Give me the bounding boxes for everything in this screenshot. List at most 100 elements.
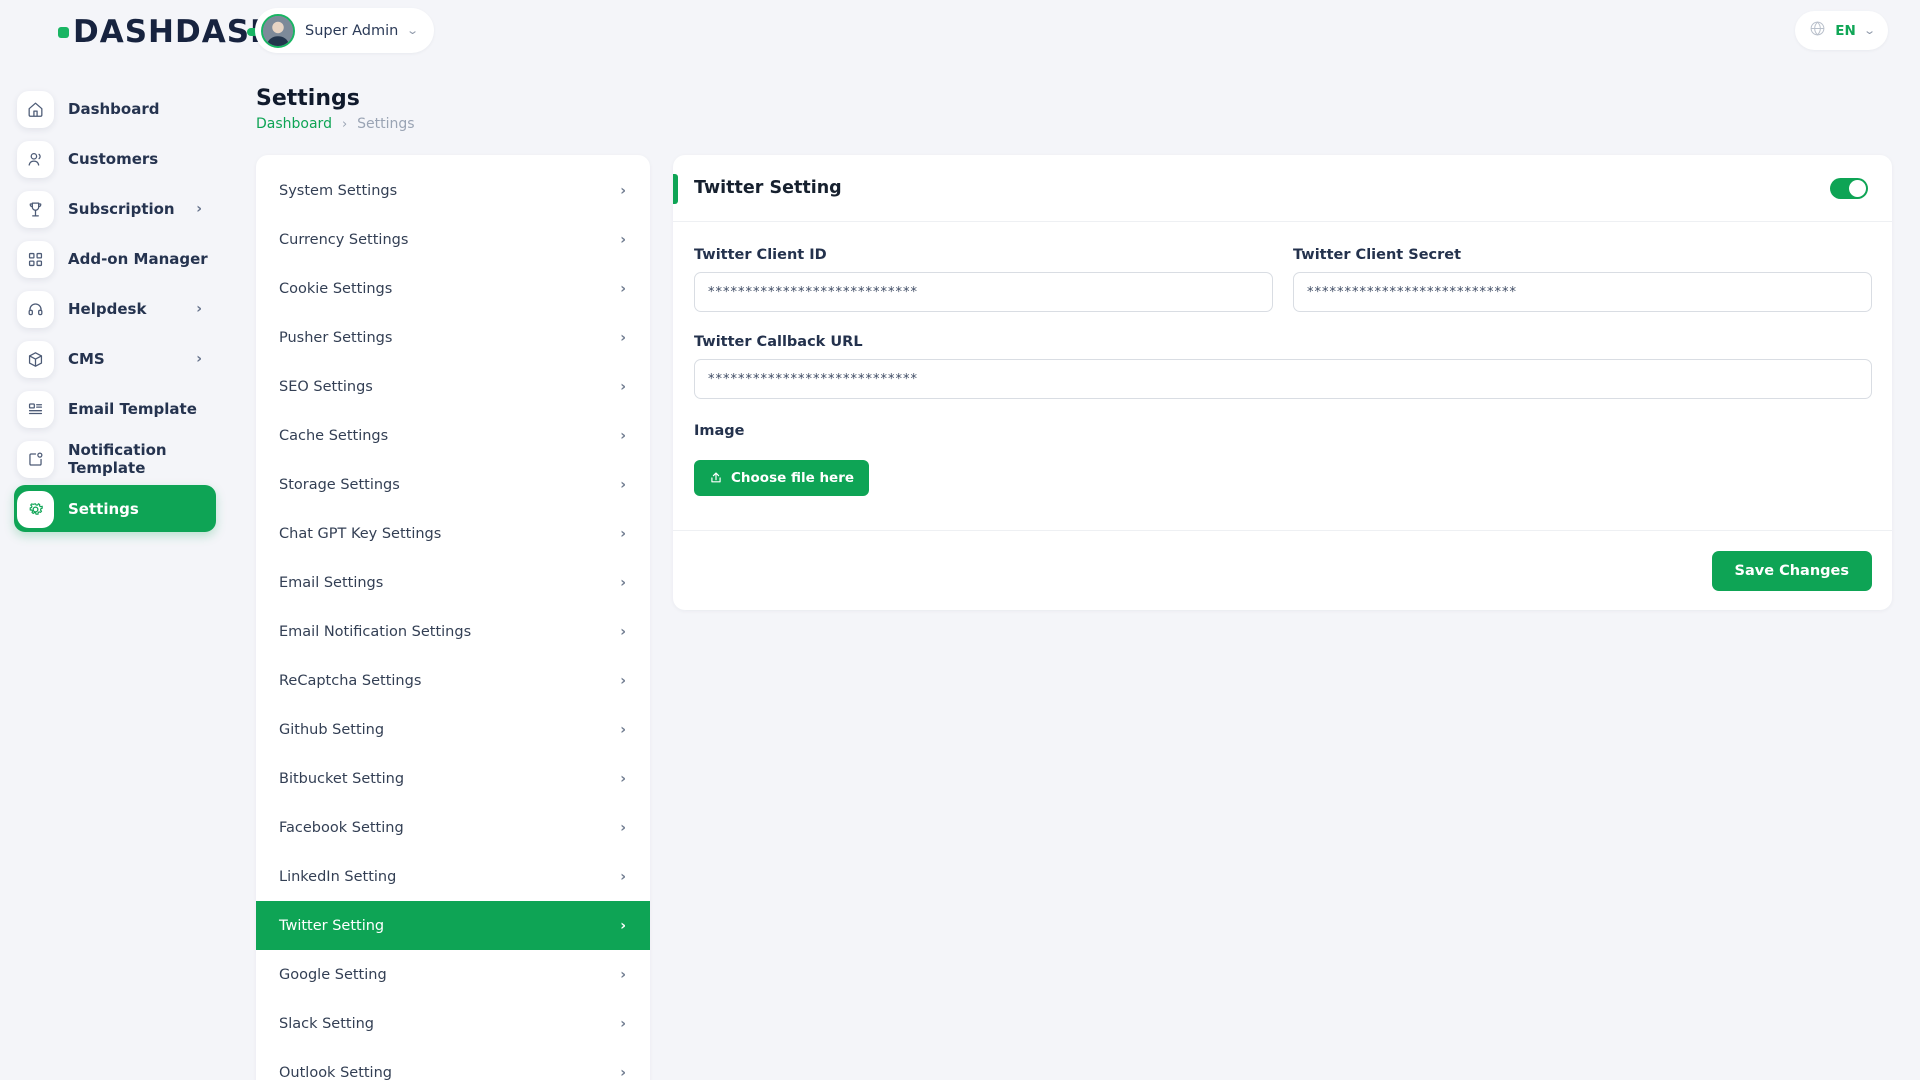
client-secret-label: Twitter Client Secret [1293,247,1462,263]
language-selector[interactable]: EN ⌄ [1795,11,1888,50]
chevron-right-icon: › [341,116,348,132]
sidebar-item-dashboard[interactable]: Dashboard [0,84,232,134]
package-icon [17,340,54,378]
upload-icon [711,472,721,483]
client-id-input[interactable] [694,272,1273,312]
panel-body: Twitter Client ID Twitter Client Secret … [673,222,1892,496]
settings-nav-system[interactable]: System Settings › [256,166,650,215]
toggle-knob [1849,180,1866,197]
chevron-right-icon: › [620,868,626,885]
chevron-right-icon: › [620,1015,626,1032]
sidebar-item-label: Email Template [68,400,197,418]
sidebar-item-label: Notification Template [68,441,167,477]
chevron-right-icon: › [620,378,626,395]
client-id-label: Twitter Client ID [694,247,827,263]
settings-nav-recaptcha[interactable]: ReCaptcha Settings › [256,656,650,705]
sidebar-item-label: Dashboard [68,100,160,118]
chevron-right-icon: › [620,231,626,248]
sidebar-item-cms[interactable]: CMS › [0,334,232,384]
settings-nav-facebook[interactable]: Facebook Setting › [256,803,650,852]
settings-nav-email[interactable]: Email Settings › [256,558,650,607]
headset-icon [17,290,54,328]
chevron-right-icon: › [620,672,626,689]
panel-header: Twitter Setting [673,155,1892,222]
chevron-right-icon: › [620,280,626,297]
image-label: Image [694,423,745,439]
brand-logo[interactable]: DASH DASH [58,13,299,51]
settings-nav-cookie[interactable]: Cookie Settings › [256,264,650,313]
panel-footer: Save Changes [673,530,1892,610]
chevron-right-icon: › [196,351,202,367]
breadcrumb: Dashboard › Settings [256,116,415,132]
chevron-right-icon: › [620,721,626,738]
profile-name: Super Admin [305,22,399,39]
sidebar-item-email-template[interactable]: Email Template [0,384,232,434]
avatar [261,13,295,48]
settings-nav-panel: System Settings › Currency Settings › Cook… [256,155,650,1080]
settings-nav-twitter[interactable]: Twitter Setting › [256,901,650,950]
settings-nav-email-notification[interactable]: Email Notification Settings › [256,607,650,656]
chevron-right-icon: › [620,476,626,493]
sidebar-item-settings[interactable]: Settings [0,484,232,534]
profile-menu[interactable]: Super Admin ⌄ [255,8,434,53]
grid-icon [17,240,54,278]
sidebar-item-notification-template[interactable]: Notification Template [0,434,232,484]
sidebar-item-label: Customers [68,150,159,168]
callback-url-input[interactable] [694,359,1872,399]
settings-nav-cache[interactable]: Cache Settings › [256,411,650,460]
choose-file-label: Choose file here [731,470,855,486]
settings-nav-github[interactable]: Github Setting › [256,705,650,754]
chevron-right-icon: › [620,574,626,591]
breadcrumb-dashboard-link[interactable]: Dashboard [256,116,332,132]
settings-nav-chatgpt[interactable]: Chat GPT Key Settings › [256,509,650,558]
chevron-right-icon: › [196,301,202,317]
sidebar-item-label: Helpdesk [68,300,147,318]
users-icon [17,140,54,178]
settings-nav-bitbucket[interactable]: Bitbucket Setting › [256,754,650,803]
chevron-right-icon: › [620,1064,626,1080]
notification-icon [17,440,54,478]
settings-nav-google[interactable]: Google Setting › [256,950,650,999]
settings-nav-storage[interactable]: Storage Settings › [256,460,650,509]
sidebar-item-label: Add-on Manager [68,250,208,268]
sidebar-item-addon-manager[interactable]: Add-on Manager [0,234,232,284]
settings-nav-slack[interactable]: Slack Setting › [256,999,650,1048]
sidebar-item-customers[interactable]: Customers [0,134,232,184]
sidebar-item-label: Settings [68,500,139,518]
top-bar: DASH DASH Super Admin ⌄ EN ⌄ [0,0,1920,62]
chevron-right-icon: › [620,182,626,199]
template-icon [17,390,54,428]
gear-icon [17,490,54,528]
language-code: EN [1835,22,1856,39]
chevron-right-icon: › [620,623,626,640]
settings-nav-outlook[interactable]: Outlook Setting › [256,1048,650,1080]
logo-text: DASH DASH [73,16,299,48]
sidebar-item-label: Subscription [68,200,175,218]
globe-icon [1809,20,1826,41]
client-secret-input[interactable] [1293,272,1872,312]
chevron-right-icon: › [620,917,626,934]
chevron-down-icon: ⌄ [1862,24,1876,37]
sidebar-item-subscription[interactable]: Subscription › [0,184,232,234]
breadcrumb-current: Settings [357,116,415,132]
chevron-right-icon: › [196,201,202,217]
logo-dot [58,26,69,38]
panel-title: Twitter Setting [694,178,842,198]
settings-nav-linkedin[interactable]: LinkedIn Setting › [256,852,650,901]
home-icon [17,90,54,128]
sidebar: Dashboard Customers Subscription › Add-o… [0,84,232,534]
enable-toggle[interactable] [1830,178,1868,199]
chevron-right-icon: › [620,525,626,542]
save-changes-button[interactable]: Save Changes [1711,551,1872,591]
settings-nav-pusher[interactable]: Pusher Settings › [256,313,650,362]
sidebar-item-helpdesk[interactable]: Helpdesk › [0,284,232,334]
chevron-right-icon: › [620,819,626,836]
chevron-down-icon: ⌄ [406,24,420,37]
callback-url-label: Twitter Callback URL [694,334,863,350]
accent-bar [673,174,678,204]
settings-nav-seo[interactable]: SEO Settings › [256,362,650,411]
chevron-right-icon: › [620,966,626,983]
chevron-right-icon: › [620,770,626,787]
choose-file-button[interactable]: Choose file here [694,460,870,496]
settings-nav-currency[interactable]: Currency Settings › [256,215,650,264]
